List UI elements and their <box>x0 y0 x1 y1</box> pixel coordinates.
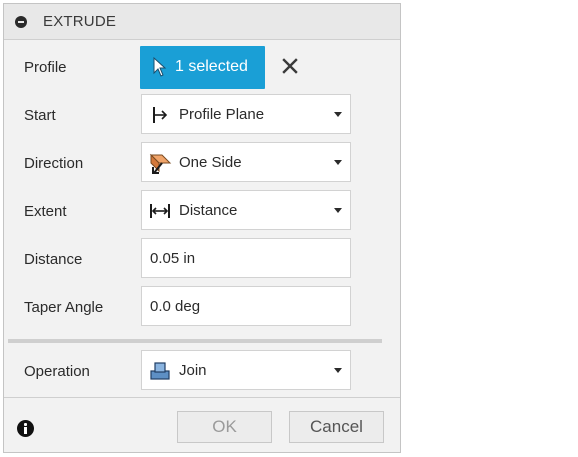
section-divider <box>8 339 382 343</box>
extent-value: Distance <box>179 202 238 219</box>
collapse-icon[interactable] <box>15 16 27 28</box>
join-icon <box>150 362 170 380</box>
cursor-arrow-icon <box>153 57 167 77</box>
clear-selection-button[interactable] <box>279 55 301 77</box>
operation-dropdown[interactable]: Join <box>141 350 351 390</box>
dialog-footer: OK Cancel <box>4 397 400 452</box>
profile-plane-icon <box>153 107 168 123</box>
start-label: Start <box>24 107 56 124</box>
one-side-icon <box>149 153 172 174</box>
taper-angle-value: 0.0 deg <box>150 298 201 315</box>
ok-button[interactable]: OK <box>177 411 272 443</box>
operation-value: Join <box>179 362 207 379</box>
distance-icon <box>150 204 170 218</box>
direction-label: Direction <box>24 155 84 172</box>
dialog-header[interactable]: EXTRUDE <box>4 4 400 40</box>
distance-label: Distance <box>24 251 83 268</box>
extent-label: Extent <box>24 203 67 220</box>
chevron-down-icon <box>334 368 342 373</box>
close-icon <box>282 58 298 74</box>
extrude-dialog: EXTRUDE Profile 1 selected Start Profile… <box>3 3 401 453</box>
start-dropdown[interactable]: Profile Plane <box>141 94 351 134</box>
chevron-down-icon <box>334 208 342 213</box>
profile-label: Profile <box>24 59 67 76</box>
direction-value: One Side <box>179 154 242 171</box>
profile-select-button[interactable]: 1 selected <box>140 46 265 89</box>
direction-dropdown[interactable]: One Side <box>141 142 351 182</box>
chevron-down-icon <box>334 112 342 117</box>
cancel-button[interactable]: Cancel <box>289 411 384 443</box>
taper-angle-label: Taper Angle <box>24 299 104 316</box>
info-icon[interactable] <box>17 420 34 437</box>
dialog-title: EXTRUDE <box>43 13 117 30</box>
extent-dropdown[interactable]: Distance <box>141 190 351 230</box>
distance-value: 0.05 in <box>150 250 196 267</box>
profile-select-label: 1 selected <box>175 58 248 75</box>
taper-angle-input[interactable]: 0.0 deg <box>141 286 351 326</box>
operation-label: Operation <box>24 363 90 380</box>
start-value: Profile Plane <box>179 106 265 123</box>
distance-input[interactable]: 0.05 in <box>141 238 351 278</box>
chevron-down-icon <box>334 160 342 165</box>
